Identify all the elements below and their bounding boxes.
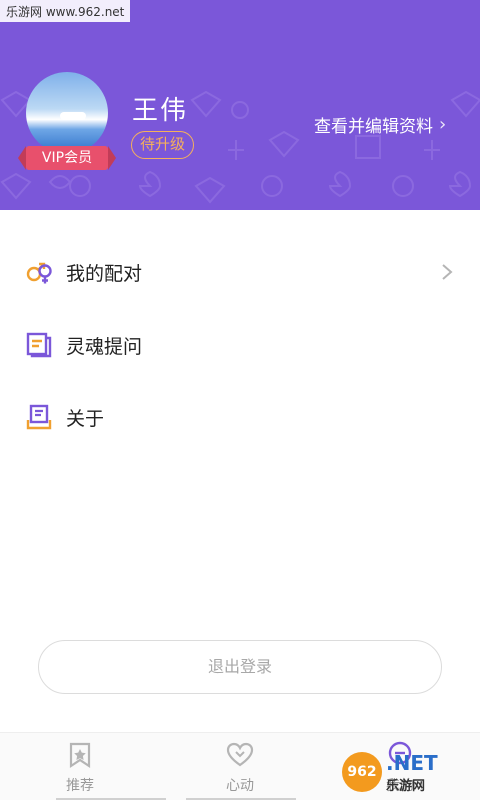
watermark-site-name: 乐游网 [386,778,426,794]
user-name: 王伟 [132,96,189,126]
bookmark-star-icon [69,742,91,769]
watermark-top: 乐游网 www.962.net [0,0,131,22]
menu-item-about[interactable]: 关于 [0,387,480,447]
menu-label-soul-questions: 灵魂提问 [66,335,143,358]
menu-label-my-pairs: 我的配对 [66,262,143,285]
level-badge[interactable]: 待升级 [131,131,195,159]
tab-recommend[interactable]: 推荐 [0,733,166,800]
heart-icon [226,742,254,767]
chevron-right-icon [442,264,453,280]
watermark-logo-text: .NET 乐游网 [386,751,438,794]
gender-pair-icon [26,262,52,284]
tab-crush[interactable]: 心动 [160,733,320,800]
menu-label-about: 关于 [66,407,105,430]
avatar[interactable] [26,72,108,154]
logout-button[interactable]: 退出登录 [38,640,442,694]
info-card-icon [26,404,52,430]
menu-item-soul-questions[interactable]: 灵魂提问 [0,315,480,375]
tab-label-recommend: 推荐 [66,778,94,794]
chevron-right-icon: › [439,114,447,135]
document-icon [26,332,52,358]
tab-label-crush: 心动 [226,778,254,794]
menu-item-my-pairs[interactable]: 我的配对 [0,242,480,302]
edit-profile-link[interactable]: 查看并编辑资料 › [314,112,446,137]
vip-badge: VIP会员 [18,146,116,170]
avatar-cloud [60,112,86,120]
watermark-logo-circle: 962 [342,752,382,792]
edit-profile-label: 查看并编辑资料 [314,117,433,137]
watermark-domain: .NET [386,750,438,775]
watermark-logo: 962 .NET 乐游网 [342,744,480,800]
profile-header: 乐游网 www.962.net VIP会员 王伟 待升级 查看并编辑资料 › [0,0,480,210]
